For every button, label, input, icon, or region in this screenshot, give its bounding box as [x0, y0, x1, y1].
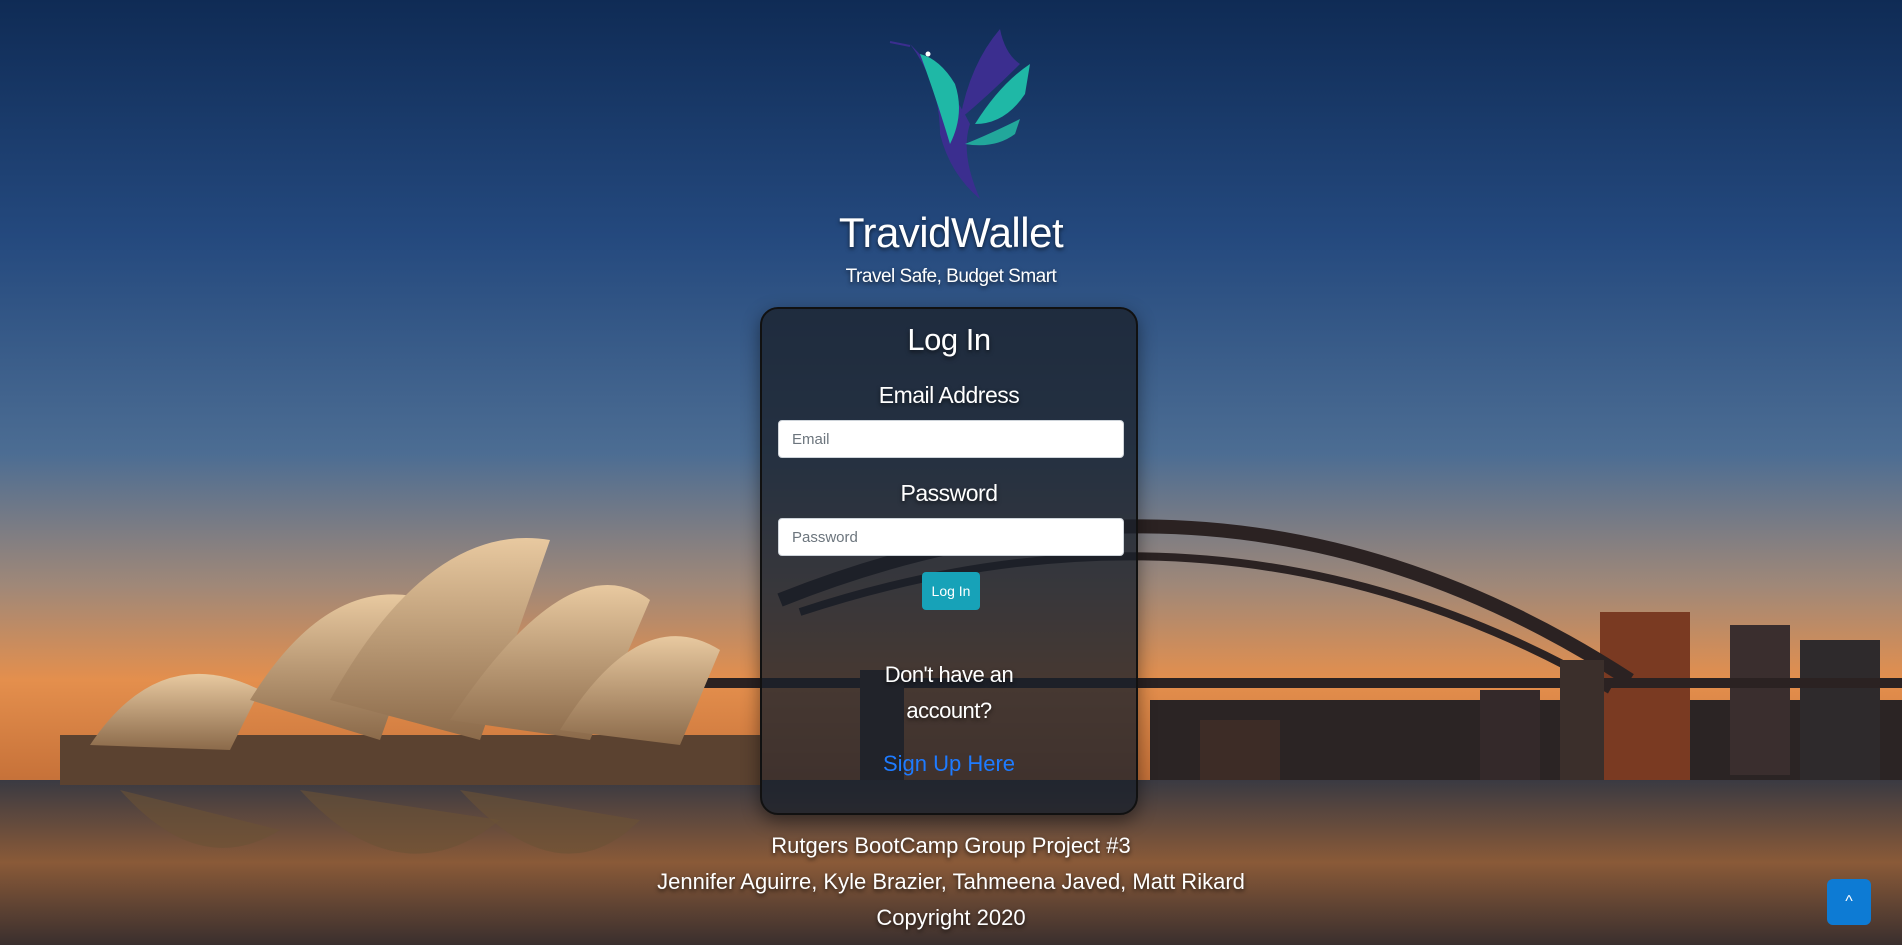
footer-authors: Jennifer Aguirre, Kyle Brazier, Tahmeena… [657, 869, 1245, 894]
email-label: Email Address [878, 382, 1020, 408]
login-heading: Log In [907, 322, 991, 357]
signup-link[interactable]: Sign Up Here [762, 749, 1136, 779]
password-label: Password [900, 480, 998, 506]
password-input[interactable] [778, 518, 1124, 556]
hummingbird-logo-icon [889, 29, 1030, 199]
footer-copyright: Copyright 2020 [876, 905, 1026, 930]
scroll-to-top-button[interactable]: ^ [1827, 879, 1871, 925]
footer-project: Rutgers BootCamp Group Project #3 [771, 833, 1131, 858]
email-input[interactable] [778, 420, 1124, 458]
app-tagline: Travel Safe, Budget Smart [845, 266, 1057, 287]
login-button[interactable]: Log In [922, 572, 980, 610]
no-account-text: Don't have an account? [884, 662, 1014, 723]
app-title: TravidWallet [838, 209, 1064, 256]
login-card: Log In Email Address Password Log In Don… [760, 307, 1138, 815]
